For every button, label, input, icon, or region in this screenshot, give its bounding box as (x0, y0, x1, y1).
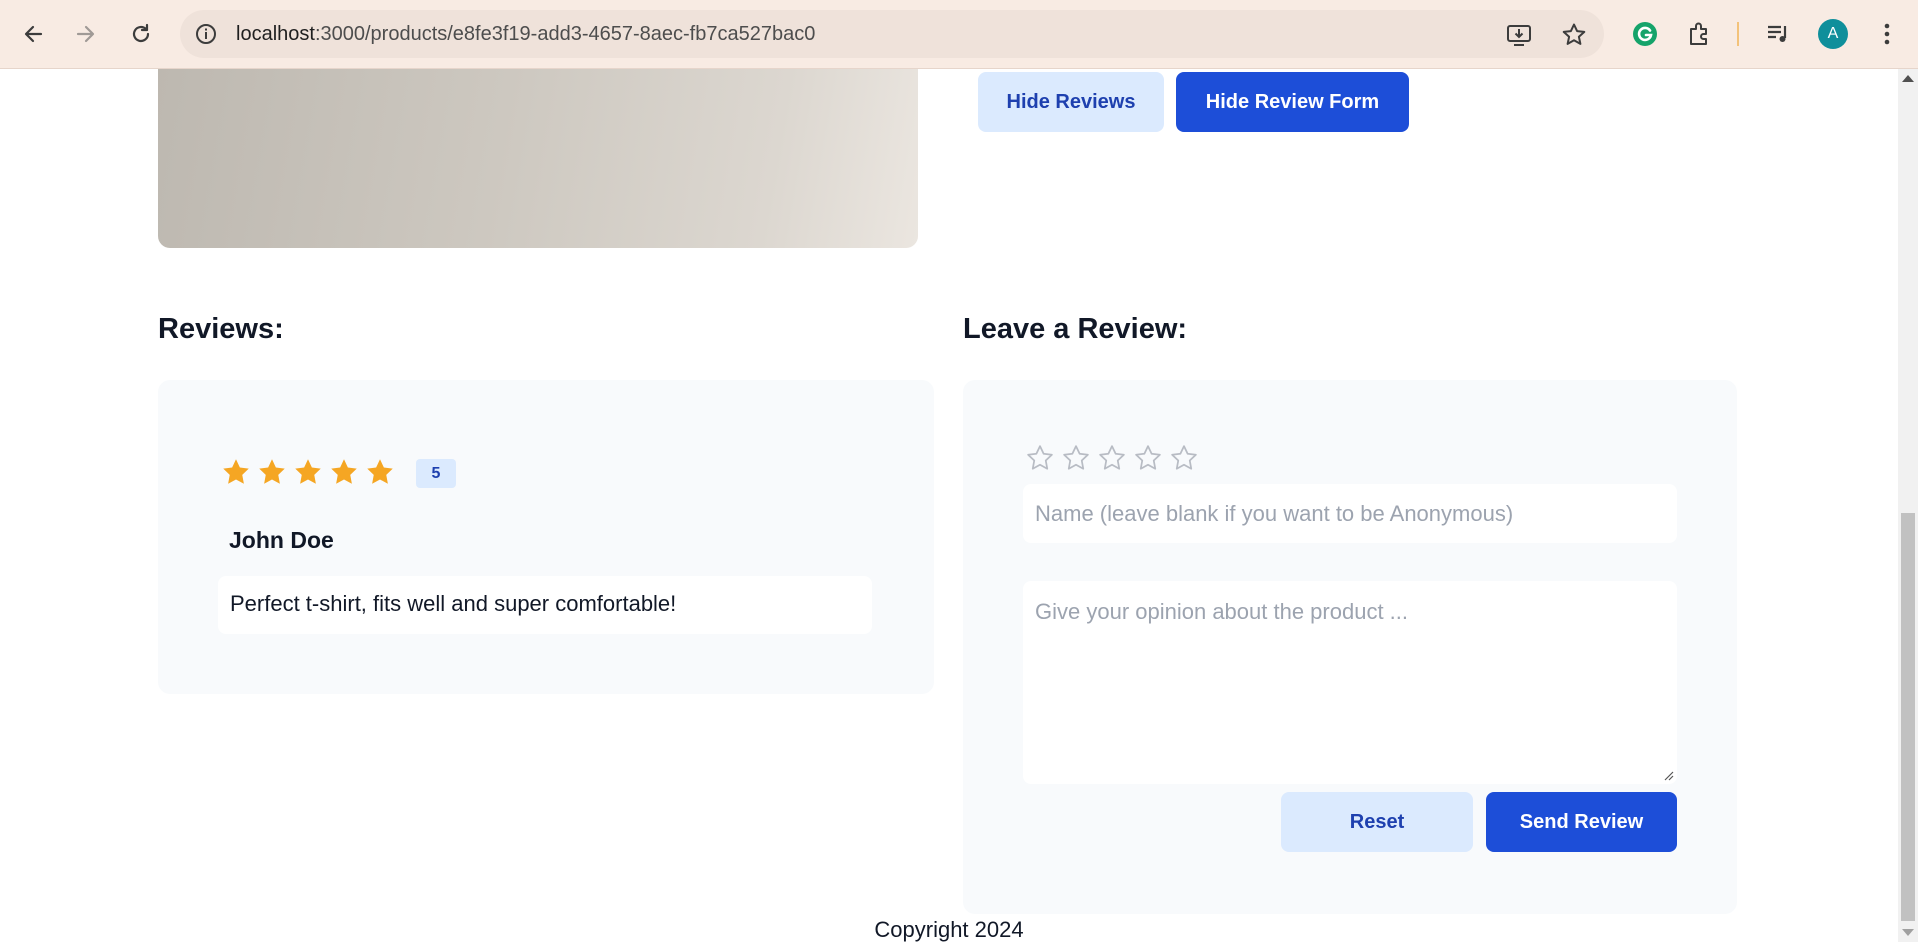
review-star-rating (221, 457, 395, 487)
rating-badge: 5 (416, 459, 456, 488)
star-filled-icon (331, 459, 357, 484)
page-scrollbar[interactable] (1898, 69, 1918, 942)
address-bar[interactable]: localhost:3000/products/e8fe3f19-add3-46… (180, 10, 1604, 58)
url-host: localhost (236, 23, 315, 45)
scroll-down-arrow-icon[interactable] (1902, 929, 1914, 936)
site-info-icon[interactable] (194, 22, 218, 46)
avatar[interactable]: A (1818, 19, 1848, 49)
forward-icon[interactable] (68, 16, 104, 52)
menu-kebab-icon[interactable] (1872, 19, 1902, 49)
star-filled-icon (367, 459, 393, 484)
name-input[interactable] (1023, 484, 1677, 543)
opinion-textarea[interactable] (1023, 581, 1677, 784)
back-icon[interactable] (15, 16, 51, 52)
reviews-heading: Reviews: (158, 313, 284, 345)
extensions-icon[interactable] (1684, 19, 1714, 49)
media-controls-icon[interactable] (1763, 19, 1793, 49)
star-empty-icon[interactable] (1097, 443, 1127, 473)
scrollbar-thumb[interactable] (1901, 513, 1915, 921)
textarea-resize-handle[interactable] (1662, 769, 1674, 781)
toolbar-divider (1737, 22, 1739, 46)
scroll-up-arrow-icon[interactable] (1902, 75, 1914, 82)
leave-review-heading: Leave a Review: (963, 313, 1188, 345)
reset-button[interactable]: Reset (1281, 792, 1473, 852)
star-filled-icon (295, 459, 321, 484)
star-empty-icon[interactable] (1061, 443, 1091, 473)
send-review-button[interactable]: Send Review (1486, 792, 1677, 852)
reload-icon[interactable] (123, 16, 159, 52)
review-author: John Doe (229, 527, 334, 553)
browser-toolbar: localhost:3000/products/e8fe3f19-add3-46… (0, 0, 1918, 69)
hide-reviews-button[interactable]: Hide Reviews (978, 72, 1164, 132)
star-empty-icon[interactable] (1169, 443, 1199, 473)
url-path: :3000/products/e8fe3f19-add3-4657-8aec-f… (314, 23, 816, 45)
grammarly-icon[interactable] (1630, 19, 1660, 49)
footer-copyright: Copyright 2024 (874, 917, 1024, 942)
url-text: localhost:3000/products/e8fe3f19-add3-46… (236, 23, 815, 46)
install-app-icon[interactable] (1506, 22, 1532, 48)
product-image (158, 69, 918, 248)
review-body: Perfect t-shirt, fits well and super com… (218, 576, 872, 634)
star-empty-icon[interactable] (1133, 443, 1163, 473)
star-filled-icon (223, 459, 249, 484)
hide-review-form-button[interactable]: Hide Review Form (1176, 72, 1409, 132)
rating-input (1025, 443, 1199, 473)
bookmark-star-icon[interactable] (1561, 22, 1587, 48)
star-empty-icon[interactable] (1025, 443, 1055, 473)
page-viewport: Hide Reviews Hide Review Form Reviews: L… (0, 69, 1898, 942)
star-filled-icon (259, 459, 285, 484)
